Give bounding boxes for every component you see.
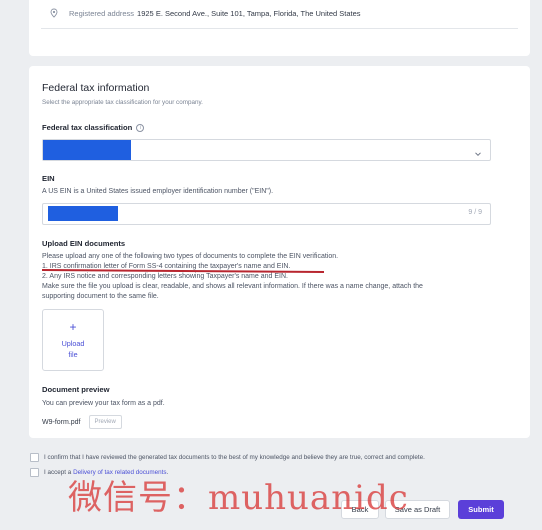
info-icon[interactable]: i bbox=[136, 123, 145, 132]
tax-classification-label-text: Federal tax classification bbox=[42, 123, 133, 132]
address-card: Registered address 1925 E. Second Ave., … bbox=[29, 0, 530, 56]
location-pin-icon bbox=[49, 8, 59, 18]
section-subtitle: Select the appropriate tax classificatio… bbox=[42, 99, 203, 106]
registered-address-row: Registered address 1925 E. Second Ave., … bbox=[41, 0, 518, 29]
ein-char-counter: 9 / 9 bbox=[468, 209, 482, 216]
document-preview-help: You can preview your tax form as a pdf. bbox=[42, 400, 165, 407]
upload-docs-title: Upload EIN documents bbox=[42, 239, 126, 248]
chevron-down-icon bbox=[474, 145, 482, 157]
instruction-line: supporting document to the same file. bbox=[42, 293, 159, 300]
tax-classification-label: Federal tax classification i bbox=[42, 123, 145, 132]
instruction-line: Make sure the file you upload is clear, … bbox=[42, 283, 423, 290]
document-filename: W9-form.pdf bbox=[42, 418, 81, 426]
preview-button[interactable]: Preview bbox=[88, 415, 122, 429]
confirm-text: I confirm that I have reviewed the gener… bbox=[44, 454, 425, 461]
redacted-ein-value bbox=[48, 206, 118, 221]
registered-address-label: Registered address bbox=[69, 8, 135, 18]
confirm-checkbox[interactable] bbox=[30, 453, 39, 462]
watermark-overlay: 微信号：muhuanidc bbox=[68, 478, 409, 518]
tax-classification-select[interactable] bbox=[42, 139, 491, 161]
instruction-line: Please upload any one of the following t… bbox=[42, 253, 339, 260]
plus-icon: + bbox=[69, 320, 77, 334]
submit-button[interactable]: Submit bbox=[458, 500, 504, 519]
upload-docs-instructions: Please upload any one of the following t… bbox=[42, 252, 482, 302]
federal-tax-card: Federal tax information Select the appro… bbox=[29, 66, 530, 438]
upload-file-button[interactable]: + Upload file bbox=[42, 309, 104, 371]
registered-address-value: 1925 E. Second Ave., Suite 101, Tampa, F… bbox=[137, 8, 361, 18]
upload-tile-label: file bbox=[68, 350, 78, 359]
accept-checkbox[interactable] bbox=[30, 468, 39, 477]
section-title: Federal tax information bbox=[42, 82, 150, 94]
document-preview-title: Document preview bbox=[42, 385, 110, 394]
ein-input[interactable]: 9 / 9 bbox=[42, 203, 491, 225]
upload-tile-label: Upload bbox=[61, 339, 85, 348]
confirm-checkbox-row[interactable]: I confirm that I have reviewed the gener… bbox=[30, 453, 425, 462]
ein-label: EIN bbox=[42, 174, 55, 183]
instruction-line: 2. Any IRS notice and corresponding lett… bbox=[42, 273, 288, 280]
document-preview-row: W9-form.pdf Preview bbox=[42, 415, 122, 429]
ein-help: A US EIN is a United States issued emplo… bbox=[42, 188, 274, 195]
redacted-selection bbox=[43, 140, 131, 160]
